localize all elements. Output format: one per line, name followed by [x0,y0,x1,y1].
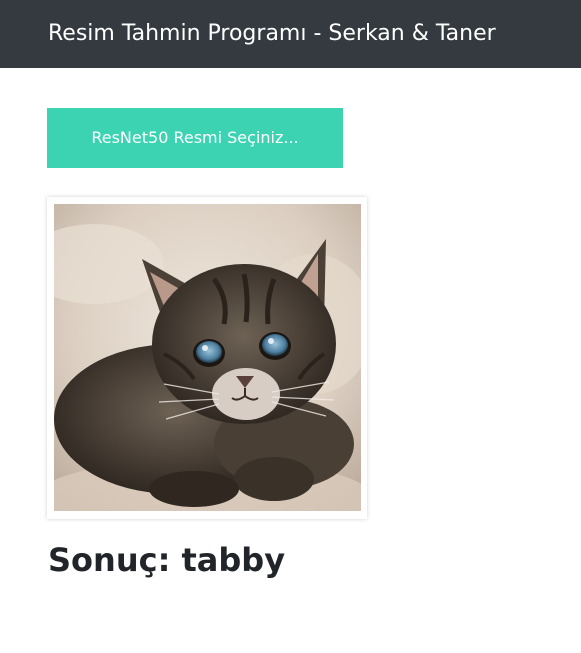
select-image-button[interactable]: ResNet50 Resmi Seçiniz... [47,108,343,168]
app-title: Resim Tahmin Programı - Serkan & Taner [48,21,496,46]
kitten-photo [54,204,361,511]
prediction-result: Sonuç: tabby [48,541,286,579]
image-preview-frame [47,197,367,519]
navbar: Resim Tahmin Programı - Serkan & Taner [0,0,581,68]
